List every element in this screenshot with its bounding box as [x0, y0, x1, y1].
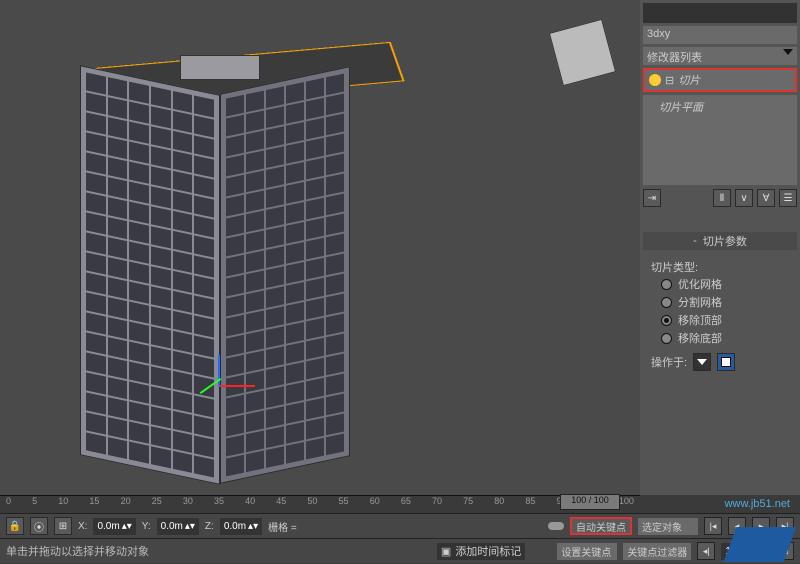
y-coord-spinner[interactable]: 0.0m▴▾ — [157, 518, 199, 535]
slice-option-0[interactable]: 优化网格 — [661, 275, 789, 293]
slice-option-2[interactable]: 移除顶部 — [661, 311, 789, 329]
rollout-title: 切片参数 — [703, 233, 747, 249]
absolute-mode-icon[interactable]: ⊞ — [54, 517, 72, 535]
radio-icon[interactable] — [661, 315, 672, 326]
timeline-tick: 60 — [370, 496, 380, 506]
timeline[interactable]: 0510152025303540455055606570758085909510… — [0, 495, 640, 513]
axis-x-icon[interactable] — [220, 385, 255, 387]
timeline-tick: 30 — [183, 496, 193, 506]
modifier-stack-item[interactable]: ⊟ 切片 — [643, 68, 797, 92]
stack-toolbar: ⇥ Ⅱ ∨ ∀ ☰ — [643, 188, 797, 208]
radio-label: 移除底部 — [678, 330, 722, 346]
modifier-name: 切片 — [678, 72, 700, 88]
timeline-tick: 10 — [58, 496, 68, 506]
timeline-tick: 5 — [32, 496, 37, 506]
rollout-minus-icon: - — [693, 235, 697, 247]
status-hint: 单击并拖动以选择并移动对象 — [6, 543, 149, 559]
sub-object-label: 切片平面 — [659, 102, 703, 114]
object-name-field[interactable]: 3dxy — [643, 26, 797, 44]
slice-option-3[interactable]: 移除底部 — [661, 329, 789, 347]
prev-key-button[interactable]: ◂| — [697, 542, 715, 560]
z-coord-spinner[interactable]: 0.0m▴▾ — [220, 518, 262, 535]
building-side-face — [220, 66, 350, 484]
goto-start-button[interactable]: |◂ — [704, 517, 722, 535]
key-mode-icon[interactable] — [548, 522, 564, 530]
timeline-tick: 75 — [463, 496, 473, 506]
viewcube[interactable] — [549, 19, 616, 86]
show-end-result-icon[interactable]: Ⅱ — [713, 189, 731, 207]
modifier-list-dropdown[interactable]: 修改器列表 — [643, 47, 797, 65]
timeline-tick: 50 — [307, 496, 317, 506]
timeline-tick: 80 — [494, 496, 504, 506]
viewport[interactable] — [0, 0, 640, 495]
tag-icon: ▣ — [441, 545, 451, 558]
time-slider[interactable]: 100 / 100 — [560, 494, 620, 510]
z-label: Z: — [205, 521, 214, 532]
grid-label: 栅格 = — [268, 519, 297, 534]
set-key-button[interactable]: 设置关键点 — [557, 543, 617, 560]
radio-icon[interactable] — [661, 279, 672, 290]
expand-icon[interactable]: ⊟ — [665, 74, 674, 87]
radio-label: 优化网格 — [678, 276, 722, 292]
selection-lock-toggle[interactable]: ⦿ — [30, 517, 48, 535]
operate-poly-button[interactable] — [693, 353, 711, 371]
radio-label: 移除顶部 — [678, 312, 722, 328]
timeline-tick: 65 — [401, 496, 411, 506]
radio-icon[interactable] — [661, 333, 672, 344]
add-time-tag-button[interactable]: ▣ 添加时间标记 — [437, 543, 525, 560]
remove-modifier-icon[interactable]: ∀ — [757, 189, 775, 207]
taskbar-thumbnail[interactable] — [724, 527, 797, 562]
timeline-tick: 70 — [432, 496, 442, 506]
lightbulb-icon[interactable] — [649, 74, 661, 86]
x-label: X: — [78, 521, 87, 532]
move-gizmo[interactable] — [190, 355, 250, 415]
modifier-list-label: 修改器列表 — [647, 49, 702, 63]
roof-block — [180, 55, 260, 80]
timeline-tick: 0 — [6, 496, 11, 506]
timeline-tick: 20 — [121, 496, 131, 506]
y-label: Y: — [142, 521, 151, 532]
x-coord-spinner[interactable]: 0.0m▴▾ — [93, 518, 135, 535]
slice-params: 切片类型: 优化网格分割网格移除顶部移除底部 操作于: — [643, 253, 797, 377]
configure-sets-icon[interactable]: ☰ — [779, 189, 797, 207]
timeline-tick: 100 — [619, 496, 634, 506]
building-front-face — [80, 65, 220, 485]
operate-on-label: 操作于: — [651, 354, 687, 370]
timeline-tick: 45 — [276, 496, 286, 506]
radio-icon[interactable] — [661, 297, 672, 308]
rollout-header[interactable]: - 切片参数 — [643, 232, 797, 250]
timeline-tick: 85 — [525, 496, 535, 506]
timeline-tick: 15 — [89, 496, 99, 506]
key-selection-set-dropdown[interactable]: 选定对象 — [638, 518, 698, 535]
slice-type-label: 切片类型: — [651, 259, 789, 275]
auto-key-button[interactable]: 自动关键点 — [570, 517, 632, 535]
pin-stack-icon[interactable]: ⇥ — [643, 189, 661, 207]
modifier-sub-item[interactable]: 切片平面 — [643, 95, 797, 185]
slice-option-1[interactable]: 分割网格 — [661, 293, 789, 311]
status-bar-coords: 🔒 ⦿ ⊞ X: 0.0m▴▾ Y: 0.0m▴▾ Z: 0.0m▴▾ 栅格 =… — [0, 513, 800, 538]
timeline-tick: 40 — [245, 496, 255, 506]
operate-mesh-button[interactable] — [717, 353, 735, 371]
timeline-tick: 25 — [152, 496, 162, 506]
watermark-text: www.jb51.net — [725, 498, 790, 510]
make-unique-icon[interactable]: ∨ — [735, 189, 753, 207]
radio-label: 分割网格 — [678, 294, 722, 310]
dropdown-arrow-icon — [783, 49, 793, 55]
command-panel: 3dxy 修改器列表 ⊟ 切片 切片平面 ⇥ Ⅱ ∨ ∀ ☰ - 切片参数 切片… — [640, 0, 800, 495]
panel-tabs[interactable] — [643, 3, 797, 23]
axis-z-icon[interactable] — [218, 355, 220, 387]
timeline-tick: 55 — [339, 496, 349, 506]
key-filters-button[interactable]: 关键点过滤器 — [623, 543, 691, 560]
lock-selection-icon[interactable]: 🔒 — [6, 517, 24, 535]
timeline-tick: 35 — [214, 496, 224, 506]
status-bar-prompt: 单击并拖动以选择并移动对象 ▣ 添加时间标记 设置关键点 关键点过滤器 ◂| 1… — [0, 538, 800, 563]
